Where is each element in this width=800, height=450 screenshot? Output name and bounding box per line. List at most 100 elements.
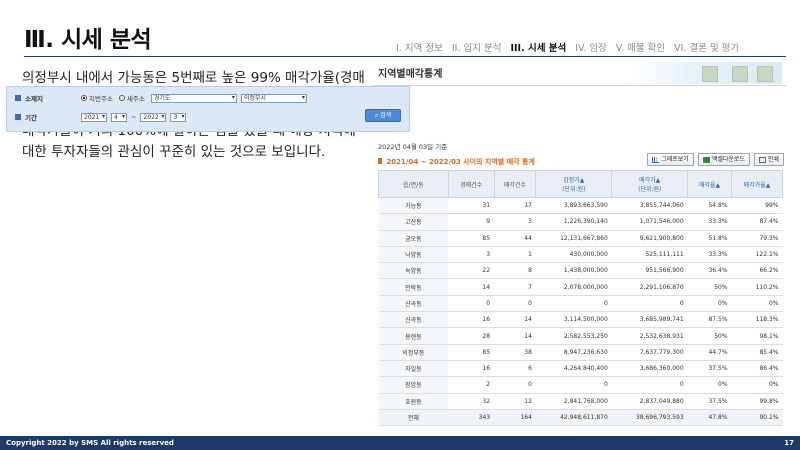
radio-road[interactable] bbox=[118, 95, 125, 101]
table-cell: 85.4% bbox=[731, 344, 783, 361]
print-button[interactable]: 인쇄 bbox=[753, 153, 784, 166]
radio-jibun[interactable] bbox=[81, 95, 87, 101]
table-cell: 8 bbox=[494, 262, 536, 280]
table-cell: 2,291,106,870 bbox=[611, 278, 688, 296]
table-row: 신곡동 16 14 3,114,500,000 3,685,989,741 87.5% 11… bbox=[378, 311, 783, 329]
region-name-cell: 민락동 bbox=[378, 278, 449, 296]
table-cell: 38 bbox=[494, 344, 536, 361]
table-cell: 85 bbox=[448, 230, 495, 247]
regional-stats-table: 읍/면/동 경매건수 매각건수 감정가▲ (단위:원) 매각가▲ (단위:원) 매각율▲ 매각가… bbox=[378, 170, 783, 427]
table-row: 가능동 31 17 3,893,663,590 3,855,744,060 54.8% 99… bbox=[378, 197, 783, 215]
page-number: 17 bbox=[784, 439, 794, 447]
table-cell: 16 bbox=[448, 360, 495, 378]
table-cell: 12,131,667,860 bbox=[535, 230, 612, 247]
bar-chart-icon bbox=[652, 156, 660, 163]
table-cell: 9 bbox=[448, 213, 495, 231]
table-cell: 2,532,638,931 bbox=[611, 327, 688, 345]
period-row: 기간 2021 4 ~ 2022 3 bbox=[15, 112, 190, 122]
table-cell: 0 bbox=[494, 376, 536, 394]
search-button-label: 검색 bbox=[380, 112, 392, 119]
table-row: 용현동 28 14 2,582,553,250 2,532,638,931 50% 98.1… bbox=[378, 327, 783, 345]
table-cell: 12 bbox=[494, 393, 536, 410]
table-cell: 33.3% bbox=[687, 213, 732, 231]
table-cell: 0% bbox=[731, 295, 783, 313]
region-name-cell: 금오동 bbox=[378, 230, 449, 247]
table-cell: 66.2% bbox=[731, 262, 783, 280]
column-header[interactable]: 매각가▲ (단위:원) bbox=[611, 170, 689, 198]
title-divider bbox=[24, 56, 786, 57]
table-cell: 37.5% bbox=[687, 393, 732, 410]
radio-road-label[interactable]: 새주소 bbox=[127, 93, 145, 103]
table-cell: 0 bbox=[494, 295, 536, 313]
table-cell: 525,111,111 bbox=[611, 246, 688, 264]
banner-illustration bbox=[632, 62, 782, 84]
bullet-icon bbox=[15, 114, 21, 120]
city-select[interactable]: 의정부시 bbox=[240, 93, 307, 103]
table-cell: 14 bbox=[448, 278, 495, 296]
section-nav: I. 지역 정보 II. 입지 분석 III. 시세 분석 IV. 임장 V. 매물 확… bbox=[396, 40, 739, 54]
table-cell: 36.4% bbox=[687, 262, 732, 280]
excel-download-button[interactable]: 엑셀다운로드 bbox=[697, 153, 750, 166]
start-month-select[interactable]: 4 bbox=[111, 112, 127, 122]
print-label: 인쇄 bbox=[767, 156, 779, 163]
column-header[interactable]: 매각율▲ bbox=[687, 170, 733, 198]
table-cell: 28 bbox=[448, 327, 495, 345]
end-year-select[interactable]: 2022 bbox=[140, 112, 167, 122]
graph-view-button[interactable]: 그래프보기 bbox=[647, 153, 694, 166]
table-cell: 1,438,000,000 bbox=[535, 262, 612, 280]
range-title-text: 2021/04 ~ 2022/03 사이의 지역별 매각 통계 bbox=[386, 158, 535, 166]
column-header: 읍/면/동 bbox=[378, 170, 449, 198]
nav-item-1: I. 지역 정보 bbox=[396, 43, 443, 54]
table-cell: 343 bbox=[448, 409, 495, 427]
table-cell: 50% bbox=[687, 327, 732, 345]
table-total-row: 전체 343 164 42,948,611,870 38,696,793,593 47.8… bbox=[378, 409, 783, 427]
table-cell: 0% bbox=[731, 376, 783, 394]
graph-view-label: 그래프보기 bbox=[661, 156, 689, 163]
start-year-select[interactable]: 2021 bbox=[81, 112, 107, 122]
table-cell: 50% bbox=[687, 278, 732, 296]
table-cell: 3,855,744,060 bbox=[611, 197, 688, 215]
region-name-cell: 신곡동 bbox=[378, 311, 449, 329]
table-header-row: 읍/면/동 경매건수 매각건수 감정가▲ (단위:원) 매각가▲ (단위:원) 매각율▲ 매각가… bbox=[378, 170, 783, 198]
panel-header: 지역별매각통계 bbox=[372, 62, 786, 86]
table-row: 금오동 85 44 12,131,667,860 9,621,900,800 51.8% 7… bbox=[378, 230, 783, 247]
table-cell: 0 bbox=[448, 295, 495, 313]
table-cell: 0% bbox=[687, 376, 732, 394]
table-cell: 79.3% bbox=[731, 230, 783, 247]
region-name-cell: 낙양동 bbox=[378, 246, 449, 264]
footer-copyright: Copyright 2022 by SMS All rights reserve… bbox=[6, 439, 174, 447]
table-cell: 14 bbox=[494, 311, 536, 329]
table-cell: 22 bbox=[448, 262, 495, 280]
nav-item-5: V. 매물 확인 bbox=[615, 43, 666, 54]
table-cell: 37.5% bbox=[687, 360, 732, 378]
table-row: 호원동 32 12 2,841,768,000 2,837,049,880 37.5% 99… bbox=[378, 393, 783, 410]
table-cell: 122.1% bbox=[731, 246, 783, 264]
table-cell: 118.3% bbox=[731, 311, 783, 329]
table-cell: 0 bbox=[611, 376, 688, 394]
radio-jibun-label[interactable]: 지번주소 bbox=[89, 93, 113, 103]
range-separator: ~ bbox=[131, 113, 137, 121]
search-button[interactable]: ⌕ 검색 bbox=[365, 109, 401, 122]
region-name-cell: 호원동 bbox=[378, 393, 449, 410]
province-select[interactable]: 경기도 bbox=[150, 93, 237, 103]
column-header[interactable]: 매각가율▲ bbox=[731, 170, 783, 198]
base-date: 2022년 04월 03일 기준 bbox=[378, 143, 448, 151]
table-row: 장암동 2 0 0 0 0% 0% bbox=[378, 376, 783, 394]
region-name-cell: 고산동 bbox=[378, 213, 449, 231]
table-cell: 6 bbox=[494, 360, 536, 378]
table-cell: 3,686,360,000 bbox=[611, 360, 688, 378]
end-month-select[interactable]: 3 bbox=[170, 112, 187, 122]
table-cell: 4,264,840,400 bbox=[535, 360, 612, 378]
table-cell: 51.8% bbox=[687, 230, 732, 247]
table-cell: 0% bbox=[687, 295, 732, 313]
period-label: 기간 bbox=[25, 114, 37, 122]
column-header[interactable]: 감정가▲ (단위:원) bbox=[535, 170, 613, 198]
table-cell: 87.4% bbox=[731, 213, 783, 231]
nav-item-6: VI. 결론 및 평가 bbox=[674, 43, 740, 54]
range-title: 2021/04 ~ 2022/03 사이의 지역별 매각 통계 bbox=[378, 157, 535, 167]
table-cell: 38,696,793,593 bbox=[611, 409, 688, 427]
table-row: 의정부동 85 38 8,947,236,630 7,637,779,300 44.7% 8… bbox=[378, 344, 783, 361]
nav-item-4: IV. 임장 bbox=[575, 43, 607, 54]
table-cell: 3 bbox=[448, 246, 495, 264]
slide-title: Ⅲ. 시세 분석 bbox=[24, 27, 152, 53]
